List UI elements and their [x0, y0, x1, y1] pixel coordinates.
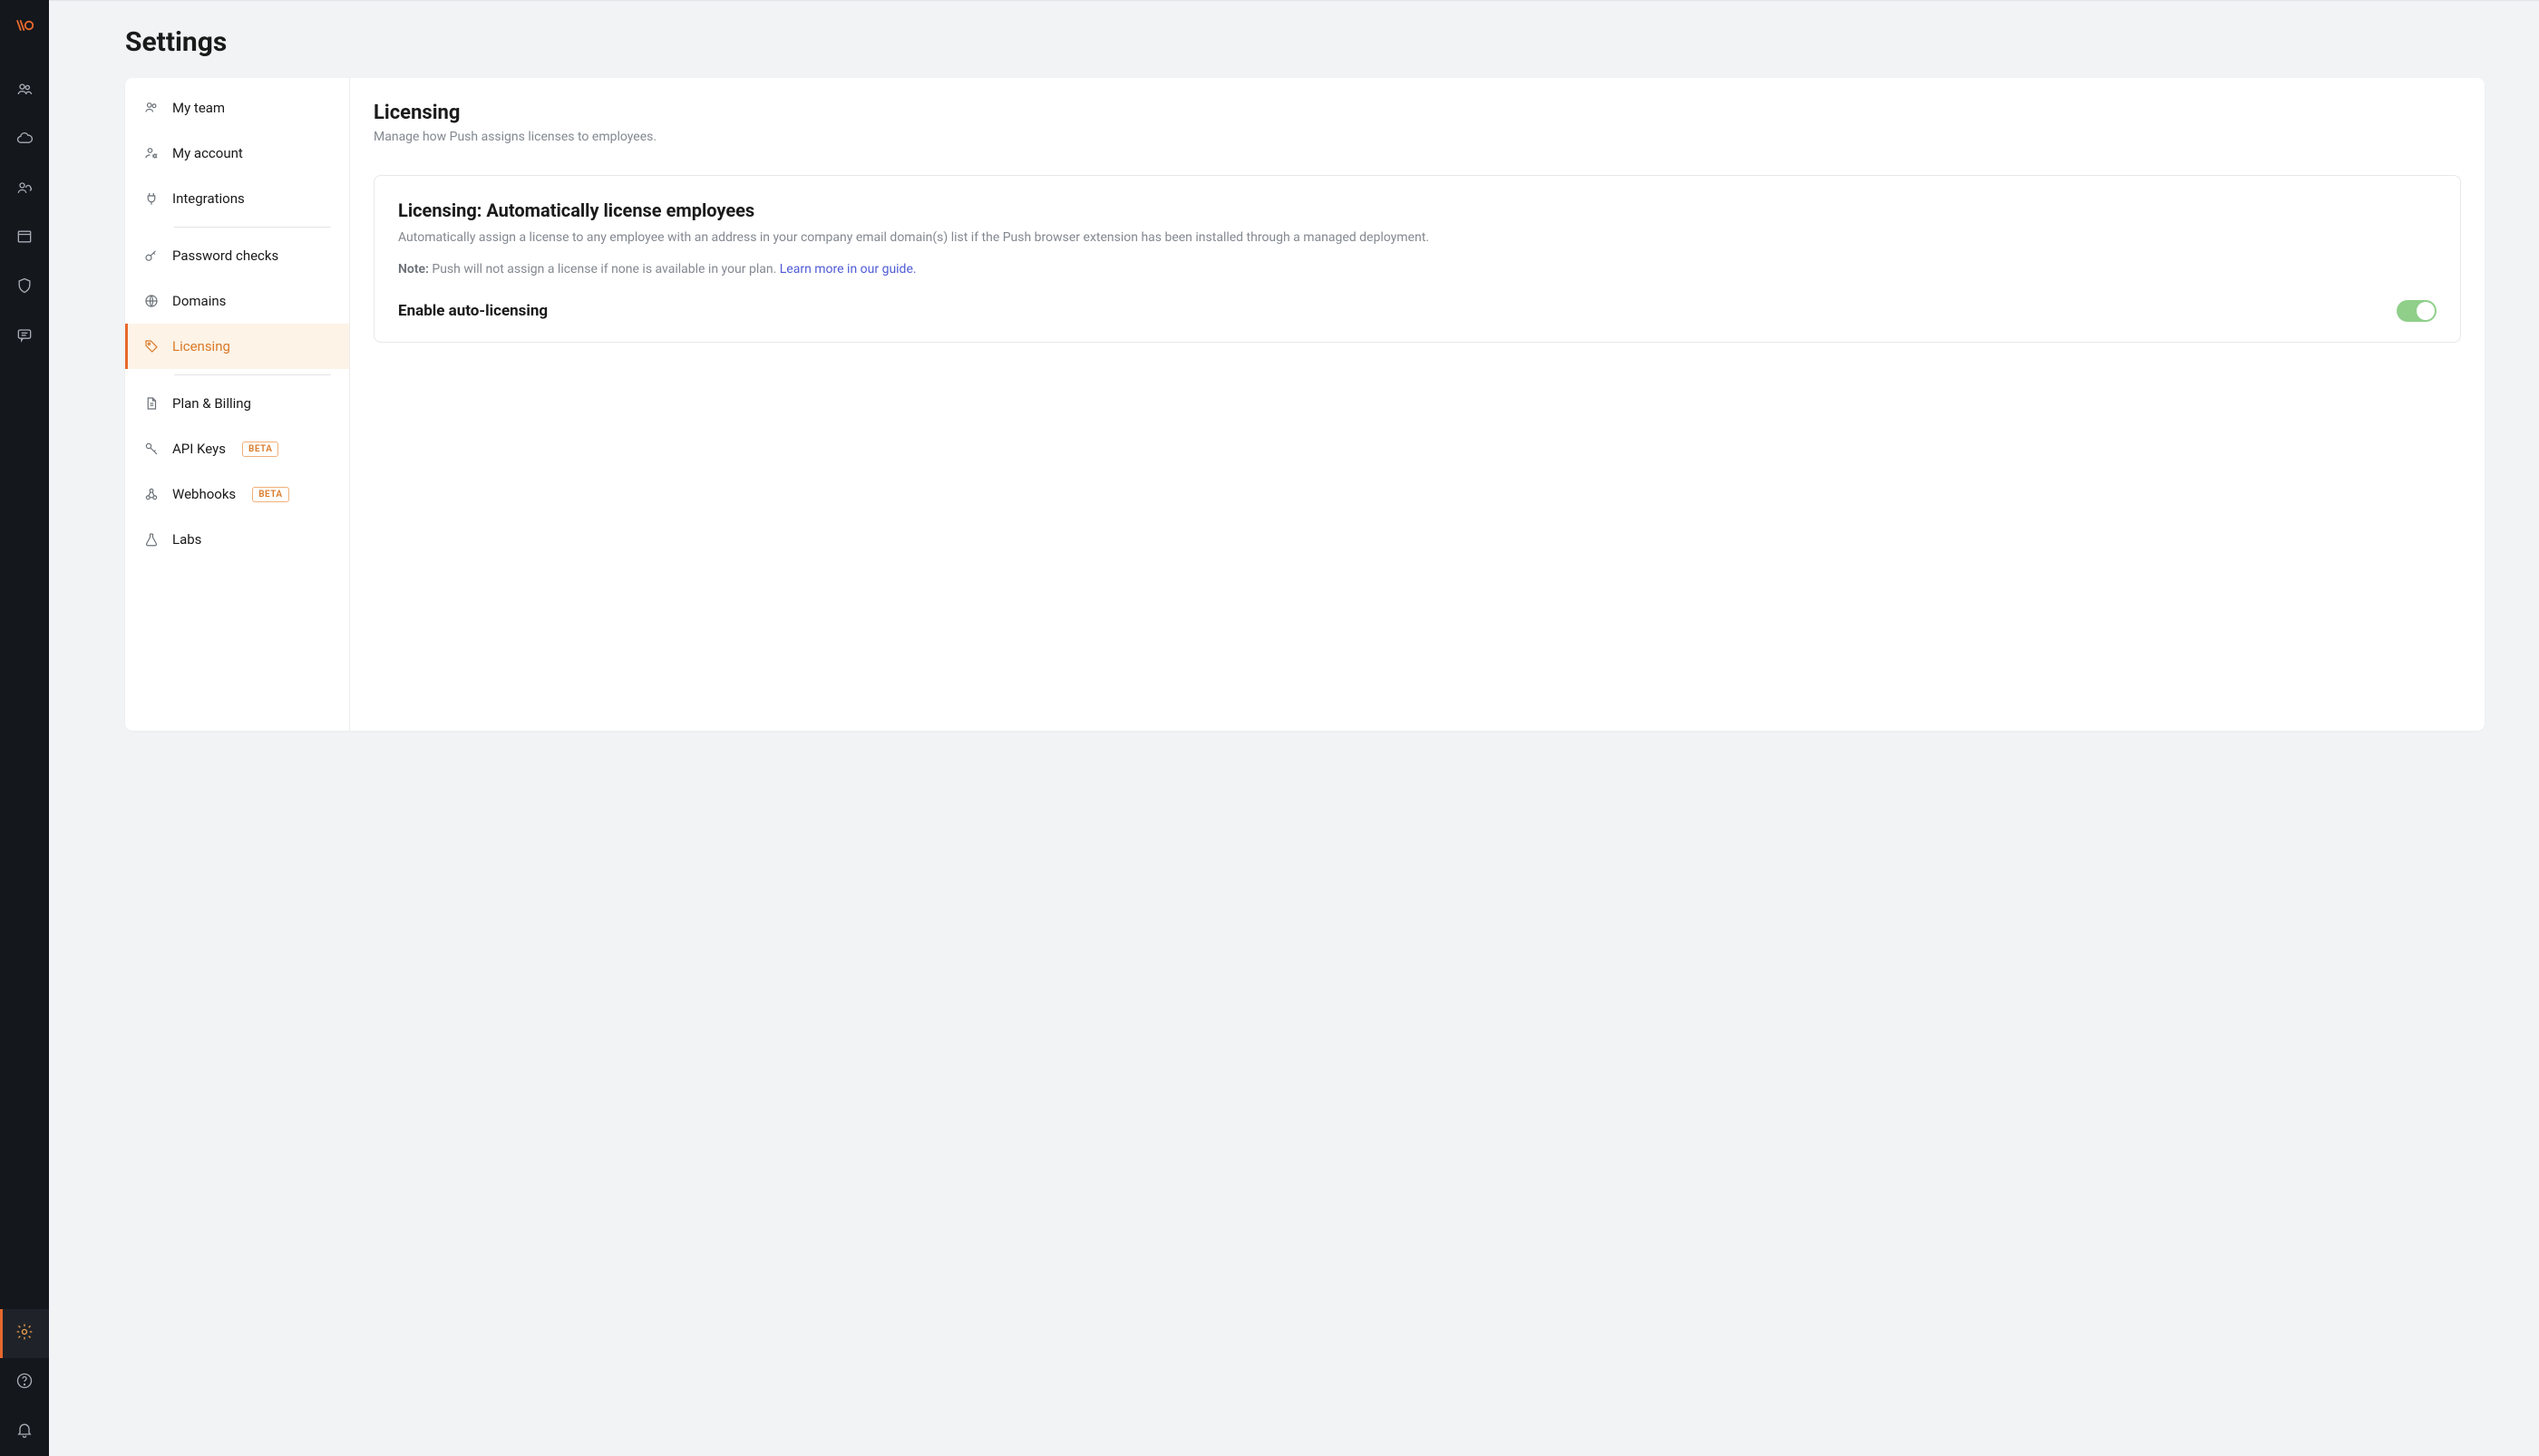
chat-icon [15, 325, 34, 347]
rail-chat[interactable] [0, 312, 49, 361]
user-gear-icon [143, 145, 160, 161]
nav-label: Domains [172, 293, 226, 309]
nav-label: Integrations [172, 190, 245, 207]
nav-label: Password checks [172, 248, 278, 264]
help-icon [15, 1372, 34, 1393]
card-description: Automatically assign a license to any em… [398, 228, 2437, 248]
note-prefix: Note: [398, 262, 429, 277]
nav-label: Labs [172, 531, 201, 548]
nav-divider [174, 374, 331, 375]
cloud-icon [15, 130, 34, 151]
app-logo-icon [0, 16, 49, 34]
bell-icon [15, 1421, 34, 1442]
nav-labs[interactable]: Labs [125, 517, 349, 562]
user-cloud-icon [15, 179, 34, 200]
nav-password-checks[interactable]: Password checks [125, 233, 349, 278]
rail-settings[interactable] [0, 1309, 49, 1358]
card-title: Licensing: Automatically license employe… [398, 199, 2437, 221]
api-key-icon [143, 441, 160, 457]
rail-browser[interactable] [0, 214, 49, 263]
nav-label: Webhooks [172, 486, 236, 502]
auto-license-card: Licensing: Automatically license employe… [374, 175, 2461, 343]
page-title: Settings [49, 1, 2539, 78]
main-content: Settings My team My account [49, 0, 2539, 1456]
learn-more-link[interactable]: Learn more in our guide. [780, 262, 917, 277]
webhook-icon [143, 486, 160, 502]
nav-label: API Keys [172, 441, 226, 457]
nav-domains[interactable]: Domains [125, 278, 349, 324]
nav-integrations[interactable]: Integrations [125, 176, 349, 221]
nav-api-keys[interactable]: API Keys BETA [125, 426, 349, 471]
beta-badge: BETA [252, 487, 288, 502]
nav-my-team[interactable]: My team [125, 85, 349, 131]
team-icon [15, 81, 34, 102]
nav-label: My account [172, 145, 243, 161]
team-icon [143, 100, 160, 116]
rail-help[interactable] [0, 1358, 49, 1407]
note-text: Push will not assign a license if none i… [429, 262, 780, 277]
nav-label: Plan & Billing [172, 395, 251, 412]
plug-icon [143, 190, 160, 207]
shield-icon [15, 277, 34, 298]
nav-label: My team [172, 100, 225, 116]
toggle-label: Enable auto-licensing [398, 302, 548, 320]
rail-notifications[interactable] [0, 1407, 49, 1456]
nav-webhooks[interactable]: Webhooks BETA [125, 471, 349, 517]
rail-user-cloud[interactable] [0, 165, 49, 214]
rail-shield[interactable] [0, 263, 49, 312]
globe-icon [143, 293, 160, 309]
toggle-row: Enable auto-licensing [398, 300, 2437, 322]
panel-title: Licensing [374, 102, 2461, 124]
settings-nav: My team My account Integrations [125, 78, 350, 731]
settings-gear-icon [15, 1323, 34, 1344]
rail-cloud[interactable] [0, 116, 49, 165]
toggle-knob [2417, 302, 2435, 320]
licensing-panel: Licensing Manage how Push assigns licens… [350, 78, 2485, 731]
nav-my-account[interactable]: My account [125, 131, 349, 176]
settings-panel: My team My account Integrations [125, 78, 2485, 731]
flask-icon [143, 531, 160, 548]
beta-badge: BETA [242, 442, 278, 457]
document-icon [143, 395, 160, 412]
browser-icon [15, 228, 34, 249]
tag-icon [143, 338, 160, 354]
nav-divider [174, 227, 331, 228]
nav-label: Licensing [172, 338, 230, 354]
rail-team[interactable] [0, 67, 49, 116]
key-icon [143, 248, 160, 264]
auto-license-toggle[interactable] [2397, 300, 2437, 322]
card-note: Note: Push will not assign a license if … [398, 262, 2437, 277]
nav-licensing[interactable]: Licensing [125, 324, 349, 369]
panel-subtitle: Manage how Push assigns licenses to empl… [374, 130, 2461, 144]
nav-plan-billing[interactable]: Plan & Billing [125, 381, 349, 426]
app-rail [0, 0, 49, 1456]
